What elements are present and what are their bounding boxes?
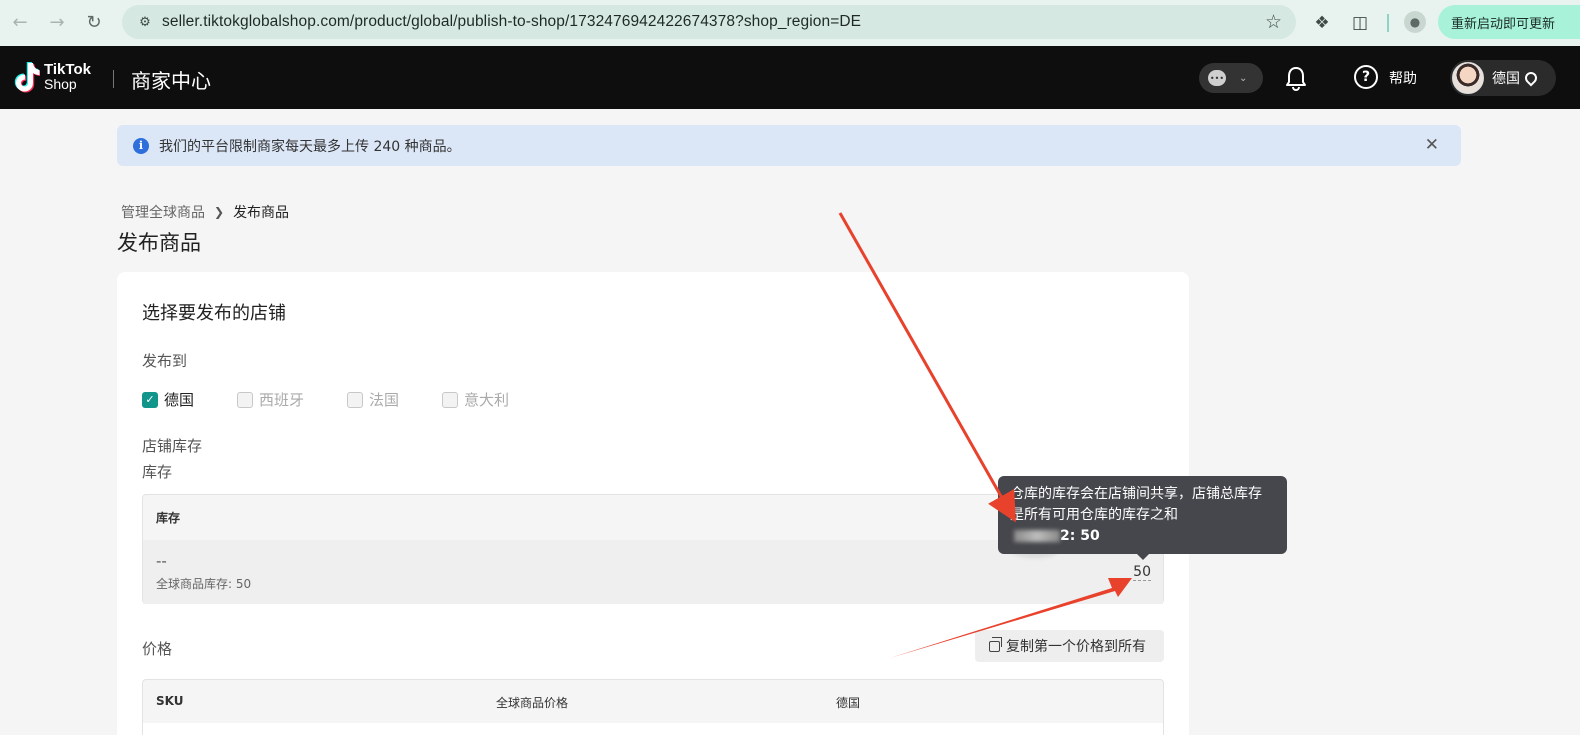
- seller-center-title: 商家中心: [131, 69, 211, 93]
- app-header: TikTok Shop 商家中心 ••• ⌄ ? 帮助 德国: [0, 46, 1580, 109]
- profile-icon[interactable]: ●: [1404, 11, 1426, 33]
- select-shops-title: 选择要发布的店铺: [142, 303, 286, 324]
- tooltip-line: 是所有可用仓库的库存之和: [1010, 507, 1178, 523]
- shop-option-label: 德国: [164, 391, 195, 409]
- reload-icon[interactable]: ↻: [76, 4, 112, 40]
- warehouse-stock-text: 2: 50: [1060, 528, 1100, 544]
- logo-line-tiktok: TikTok: [44, 61, 91, 78]
- upload-limit-notice: i 我们的平台限制商家每天最多上传 240 种商品。 ✕: [117, 125, 1461, 166]
- shop-option-spain[interactable]: 西班牙: [237, 389, 347, 410]
- chat-bubble-icon: •••: [1208, 70, 1226, 86]
- breadcrumb: 管理全球商品 ❯ 发布商品: [121, 202, 289, 222]
- tooltip-arrow: [1136, 553, 1150, 560]
- region-label: 德国: [1492, 71, 1520, 87]
- header-divider: [113, 70, 114, 88]
- inventory-column-header: 库存: [156, 511, 181, 525]
- chevron-down-icon: ⌄: [1239, 72, 1248, 84]
- inventory-row-value: --: [156, 552, 167, 570]
- column-header-global-price: 全球商品价格: [496, 696, 569, 710]
- shop-inventory-label: 店铺库存: [142, 437, 203, 455]
- checkbox-disabled[interactable]: [237, 391, 253, 408]
- logo-line-shop: Shop: [44, 76, 77, 92]
- shop-checkbox-group: ✓ 德国 西班牙 法国 意大利: [142, 389, 532, 410]
- copy-icon: [989, 636, 1002, 652]
- help-link[interactable]: 帮助: [1389, 68, 1417, 88]
- global-stock-text: 全球商品库存: 50: [156, 577, 252, 591]
- page-title: 发布商品: [117, 231, 201, 255]
- tooltip-line: 仓库的库存会在店铺间共享，店铺总库存: [1010, 486, 1262, 502]
- checkbox-disabled[interactable]: [347, 391, 363, 408]
- toolbar-divider: [1387, 14, 1389, 32]
- tooltip-warehouse-line: 2: 50: [1010, 526, 1275, 547]
- tiktok-shop-logo[interactable]: TikTok Shop: [14, 61, 91, 93]
- info-icon: i: [133, 137, 149, 154]
- copy-button-label: 复制第一个价格到所有: [1006, 639, 1146, 655]
- price-table: SKU 全球商品价格 德国: [142, 679, 1164, 735]
- logo-wordmark: TikTok Shop: [44, 62, 91, 92]
- table-row: [143, 723, 1163, 735]
- column-header-germany: 德国: [836, 696, 861, 710]
- breadcrumb-current: 发布商品: [233, 205, 290, 221]
- back-icon[interactable]: ←: [2, 4, 38, 40]
- breadcrumb-manage-global-products[interactable]: 管理全球商品: [121, 202, 205, 222]
- copy-first-price-button[interactable]: 复制第一个价格到所有: [975, 630, 1164, 662]
- relaunch-update-button[interactable]: 重新启动即可更新: [1438, 5, 1580, 39]
- close-icon[interactable]: ✕: [1425, 135, 1439, 155]
- inventory-tooltip: 仓库的库存会在店铺间共享，店铺总库存 是所有可用仓库的库存之和 2: 50: [998, 476, 1287, 554]
- inventory-sub-label: 库存: [142, 463, 173, 481]
- notice-text: 我们的平台限制商家每天最多上传 240 种商品。: [159, 138, 461, 155]
- url-text: seller.tiktokglobalshop.com/product/glob…: [162, 13, 862, 30]
- help-icon[interactable]: ?: [1354, 65, 1378, 89]
- notification-bell-icon[interactable]: [1284, 66, 1308, 92]
- checkbox-checked-icon[interactable]: ✓: [142, 391, 158, 408]
- column-header-sku: SKU: [156, 694, 184, 708]
- account-region-menu[interactable]: 德国: [1450, 60, 1556, 96]
- redacted-warehouse-name: [1014, 530, 1060, 542]
- shop-option-label: 意大利: [464, 391, 510, 409]
- extensions-puzzle-icon[interactable]: ◫: [1348, 11, 1372, 35]
- shop-option-label: 西班牙: [259, 391, 305, 409]
- bookmark-star-icon[interactable]: ☆: [1265, 11, 1282, 33]
- browser-toolbar: ← → ↻ ⚙ seller.tiktokglobalshop.com/prod…: [0, 0, 1580, 46]
- site-settings-icon[interactable]: ⚙: [134, 11, 156, 33]
- price-label: 价格: [142, 640, 173, 658]
- address-bar[interactable]: ⚙ seller.tiktokglobalshop.com/product/gl…: [122, 5, 1296, 39]
- chat-menu-button[interactable]: ••• ⌄: [1199, 63, 1263, 93]
- shop-option-label: 法国: [369, 391, 400, 409]
- shop-stock-value[interactable]: 50: [1133, 564, 1151, 581]
- shop-option-italy[interactable]: 意大利: [442, 389, 532, 410]
- tiktok-note-icon: [14, 62, 40, 93]
- avatar: [1452, 62, 1484, 94]
- location-pin-icon: [1522, 69, 1540, 87]
- forward-icon[interactable]: →: [39, 4, 75, 40]
- chevron-right-icon: ❯: [214, 205, 225, 219]
- shop-option-france[interactable]: 法国: [347, 389, 442, 410]
- publish-to-label: 发布到: [142, 352, 188, 370]
- extension-diamond-icon[interactable]: ❖: [1310, 11, 1334, 35]
- shop-option-germany[interactable]: ✓ 德国: [142, 389, 237, 410]
- checkbox-disabled[interactable]: [442, 391, 458, 408]
